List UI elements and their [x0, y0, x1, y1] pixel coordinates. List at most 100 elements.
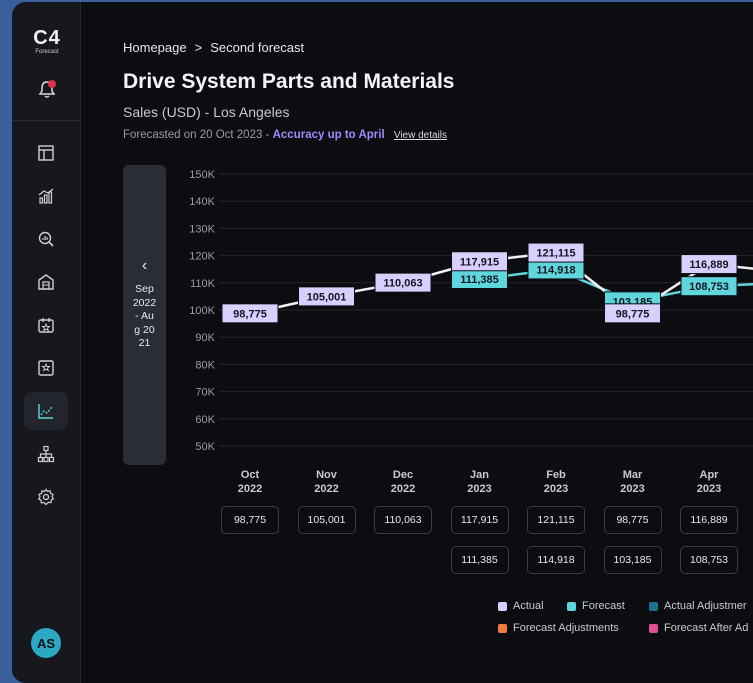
month-column-header: Mar 2023 — [603, 468, 663, 496]
legend-swatch — [649, 623, 658, 633]
month-label: Feb — [546, 469, 566, 481]
forecast-meta: Forecasted on 20 Oct 2023 - Accuracy up … — [123, 129, 447, 141]
forecast-data-label: 108,753 — [689, 281, 729, 293]
breadcrumb: Homepage > Second forecast — [123, 40, 304, 55]
year-label: 2023 — [696, 483, 722, 495]
nav-warehouse-icon[interactable] — [24, 263, 68, 301]
page-subtitle: Sales (USD) - Los Angeles — [123, 104, 290, 120]
actual-data-label: 117,915 — [460, 256, 499, 268]
actual-value-cell[interactable]: 98,775 — [221, 506, 279, 534]
month-column-header: Dec 2022 — [373, 468, 433, 496]
actual-value-cell[interactable]: 121,115 — [527, 506, 585, 534]
notification-bell-icon[interactable] — [36, 78, 58, 100]
month-column-header: Apr 2023 — [679, 468, 739, 496]
forecast-data-label: 111,385 — [460, 274, 499, 286]
actual-value-cell[interactable]: 117,915 — [450, 506, 509, 534]
legend-label: Forecast After Ad — [664, 622, 749, 634]
main-content: Homepage > Second forecast Drive System … — [80, 2, 753, 683]
actual-data-label: 98,775 — [616, 308, 650, 320]
actual-data-label: 105,001 — [307, 291, 347, 303]
nav-bar-chart-icon[interactable] — [24, 177, 68, 215]
year-label: 2022 — [390, 483, 416, 495]
legend-swatch — [567, 601, 576, 611]
forecast-line-chart: 150K 140K 130K 120K 110K 100K 90K 80K 70K 60K 50K 1… — [189, 169, 753, 453]
forecasted-on-text: Forecasted on 20 Oct 2023 - — [123, 129, 270, 141]
legend-swatch — [498, 601, 507, 611]
month-label: Apr — [699, 469, 719, 481]
breadcrumb-current: Second forecast — [210, 40, 305, 55]
year-label: 2023 — [543, 483, 569, 495]
forecast-value-cell[interactable]: 103,185 — [603, 546, 662, 574]
forecast-value-cell[interactable]: 108,753 — [680, 546, 738, 574]
range-label: Sep 2022 - Aug 2021 — [132, 283, 157, 349]
nav-layout-icon[interactable] — [24, 134, 68, 172]
y-tick-label: 70K — [195, 387, 215, 399]
legend-swatch — [498, 623, 507, 633]
nav-settings-gear-icon[interactable] — [24, 478, 68, 516]
forecast-value-cell[interactable]: 111,385 — [450, 546, 509, 574]
month-label: Dec — [392, 469, 414, 481]
actual-data-label: 121,115 — [536, 248, 575, 260]
y-tick-label: 120K — [189, 251, 215, 263]
y-tick-label: 130K — [189, 223, 215, 235]
logo-mark: C4 — [33, 27, 61, 49]
legend-item[interactable]: Forecast After Ad — [649, 622, 748, 634]
actual-data-label: 116,889 — [689, 259, 728, 271]
y-tick-label: 150K — [189, 169, 215, 181]
month-label: Oct — [240, 469, 260, 481]
logo-sub: Forecast — [35, 49, 59, 55]
actual-value-cell[interactable]: 105,001 — [297, 506, 356, 534]
legend-label: Actual — [513, 600, 544, 612]
y-tick-label: 140K — [189, 196, 215, 208]
year-label: 2022 — [237, 483, 263, 495]
month-column-header: Oct 2022 — [220, 468, 280, 496]
view-details-link[interactable]: View details — [394, 130, 447, 141]
logo[interactable]: C4 Forecast — [30, 28, 64, 55]
actual-value-cell[interactable]: 98,775 — [603, 506, 662, 534]
year-label: 2023 — [467, 483, 492, 495]
previous-range-button[interactable]: ‹ Sep 2022 - Aug 2021 — [123, 165, 166, 465]
sidebar-divider — [12, 120, 80, 121]
nav-calendar-star-icon[interactable] — [24, 306, 68, 344]
app-window: C4 Forecast AS Homepage > Second forecas… — [12, 2, 753, 683]
month-column-header: Feb 2023 — [526, 468, 586, 496]
legend-item[interactable]: Actual Adjustmer — [649, 600, 747, 612]
actual-value-cell[interactable]: 116,889 — [680, 506, 738, 534]
month-label: Jan — [470, 469, 489, 481]
legend-label: Actual Adjustmer — [664, 600, 747, 612]
month-column-header: Jan 2023 — [450, 468, 510, 496]
user-avatar[interactable]: AS — [31, 628, 61, 658]
forecast-data-label: 114,918 — [536, 264, 575, 276]
actual-value-cell[interactable]: 110,063 — [374, 506, 432, 534]
accuracy-text: Accuracy up to April — [272, 129, 385, 141]
forecast-value-cell[interactable]: 114,918 — [527, 546, 585, 574]
y-tick-label: 100K — [189, 305, 215, 317]
legend-label: Forecast Adjustments — [513, 622, 619, 634]
legend-label: Forecast — [582, 600, 625, 612]
nav-analytics-search-icon[interactable] — [24, 220, 68, 258]
y-tick-label: 50K — [195, 441, 215, 453]
year-label: 2022 — [314, 483, 339, 495]
chevron-left-icon: ‹ — [141, 257, 148, 274]
legend-item[interactable]: Forecast Adjustments — [498, 622, 619, 634]
nav-bookmark-star-icon[interactable] — [24, 349, 68, 387]
legend-swatch — [649, 601, 658, 611]
y-tick-label: 90K — [195, 332, 215, 344]
breadcrumb-separator: > — [194, 40, 203, 55]
month-column-header: Nov 2022 — [297, 468, 357, 496]
actual-data-label: 110,063 — [383, 278, 422, 290]
month-label: Nov — [316, 469, 337, 481]
page-title: Drive System Parts and Materials — [123, 70, 455, 93]
y-tick-label: 80K — [195, 359, 215, 371]
legend-item[interactable]: Forecast — [567, 600, 625, 612]
legend-item[interactable]: Actual — [498, 600, 544, 612]
sidebar: C4 Forecast AS — [12, 2, 81, 683]
y-tick-label: 60K — [195, 414, 215, 426]
nav-forecast-trend-icon[interactable] — [24, 392, 68, 430]
year-label: 2023 — [620, 483, 645, 495]
month-label: Mar — [622, 469, 643, 481]
y-tick-label: 110K — [190, 278, 216, 290]
breadcrumb-home-link[interactable]: Homepage — [123, 40, 187, 55]
nav-hierarchy-icon[interactable] — [24, 435, 68, 473]
actual-data-label: 98,775 — [233, 308, 267, 320]
